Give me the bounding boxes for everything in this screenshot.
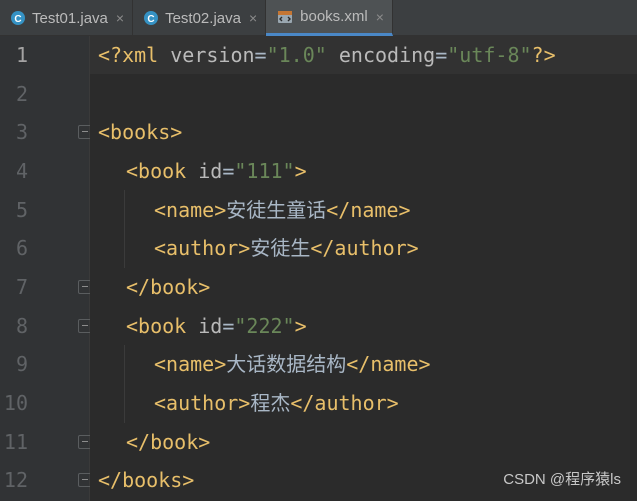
line-number: 8 — [15, 314, 28, 338]
text-content: 程杰 — [250, 391, 291, 415]
close-icon[interactable]: × — [376, 9, 384, 25]
code-line-8: <book id="222"> — [126, 307, 307, 345]
watermark-text: CSDN @程序猿ls — [503, 471, 621, 488]
line-number: 10 — [3, 391, 28, 415]
code-line-1: <?xml version="1.0" encoding="utf-8"?> — [98, 36, 556, 74]
code-line-3: <books> — [98, 113, 182, 151]
attr-value: "222" — [234, 314, 295, 338]
java-class-icon: C — [10, 10, 26, 26]
attr-name: id — [198, 159, 223, 183]
code-line-6: <author>安徒生</author> — [154, 229, 419, 267]
svg-text:C: C — [14, 14, 21, 25]
tag: </book> — [126, 275, 211, 299]
line-number-gutter: 1 2 3 4 5 6 7 8 9 10 11 12 — [0, 36, 92, 501]
close-icon[interactable]: × — [249, 10, 257, 26]
indent-guide — [124, 190, 125, 268]
editor-tab-bar: C Test01.java × C Test02.java × books.xm… — [0, 0, 637, 36]
line-number: 6 — [15, 236, 28, 260]
tag: <books> — [98, 120, 183, 144]
tag: <author> — [154, 236, 251, 260]
close-icon[interactable]: × — [116, 10, 124, 26]
line-number: 1 — [15, 43, 28, 67]
code-line-5: <name>安徒生童话</name> — [154, 191, 411, 229]
tag: <name> — [154, 352, 227, 376]
tag: </author> — [290, 391, 399, 415]
code-line-10: <author>程杰</author> — [154, 384, 399, 422]
xml-file-icon — [276, 8, 294, 26]
equals: = — [222, 314, 235, 338]
tag-open: <book — [126, 314, 199, 338]
text-content: 安徒生 — [250, 236, 311, 260]
tab-label: Test02.java — [165, 9, 241, 27]
line-number: 7 — [15, 275, 28, 299]
tab-test01-java[interactable]: C Test01.java × — [0, 0, 134, 36]
tab-test02-java[interactable]: C Test02.java × — [133, 0, 267, 36]
tag: </name> — [346, 352, 431, 376]
line-number: 4 — [15, 159, 28, 183]
code-line-7: </book> — [126, 268, 210, 306]
line-number: 2 — [15, 82, 28, 106]
equals: = — [222, 159, 235, 183]
line-number: 11 — [3, 430, 28, 454]
tag: </book> — [126, 430, 211, 454]
tag-open: <book — [126, 159, 199, 183]
tag: <name> — [154, 198, 227, 222]
line-number: 5 — [15, 198, 28, 222]
text-content: 安徒生童话 — [226, 198, 327, 222]
tag: </author> — [310, 236, 419, 260]
tab-label: books.xml — [300, 8, 368, 25]
code-line-11: </book> — [126, 423, 210, 461]
line-number: 12 — [3, 468, 28, 492]
xml-declaration-close: ?> — [531, 43, 556, 67]
code-line-9: <name>大话数据结构</name> — [154, 345, 431, 383]
attr-name: encoding — [338, 43, 436, 67]
code-line-12: </books> — [98, 461, 194, 499]
equals: = — [435, 43, 448, 67]
tag: </name> — [326, 198, 411, 222]
tab-label: Test01.java — [32, 9, 108, 27]
line-number: 3 — [15, 120, 28, 144]
equals: = — [254, 43, 267, 67]
attr-value: "111" — [234, 159, 295, 183]
tag-close: > — [294, 314, 307, 338]
attr-name: id — [198, 314, 223, 338]
svg-text:C: C — [147, 14, 154, 25]
text-content: 大话数据结构 — [226, 352, 347, 376]
attr-value: "utf-8" — [447, 43, 532, 67]
attr-value: "1.0" — [266, 43, 327, 67]
indent-guide — [124, 345, 125, 423]
java-class-icon: C — [143, 10, 159, 26]
line-number: 9 — [15, 352, 28, 376]
attr-name: version — [170, 43, 255, 67]
tag: </books> — [98, 468, 195, 492]
code-line-4: <book id="111"> — [126, 152, 307, 190]
xml-declaration-open: <?xml — [98, 43, 171, 67]
tag-close: > — [294, 159, 307, 183]
tag: <author> — [154, 391, 251, 415]
tab-books-xml[interactable]: books.xml × — [266, 0, 393, 36]
